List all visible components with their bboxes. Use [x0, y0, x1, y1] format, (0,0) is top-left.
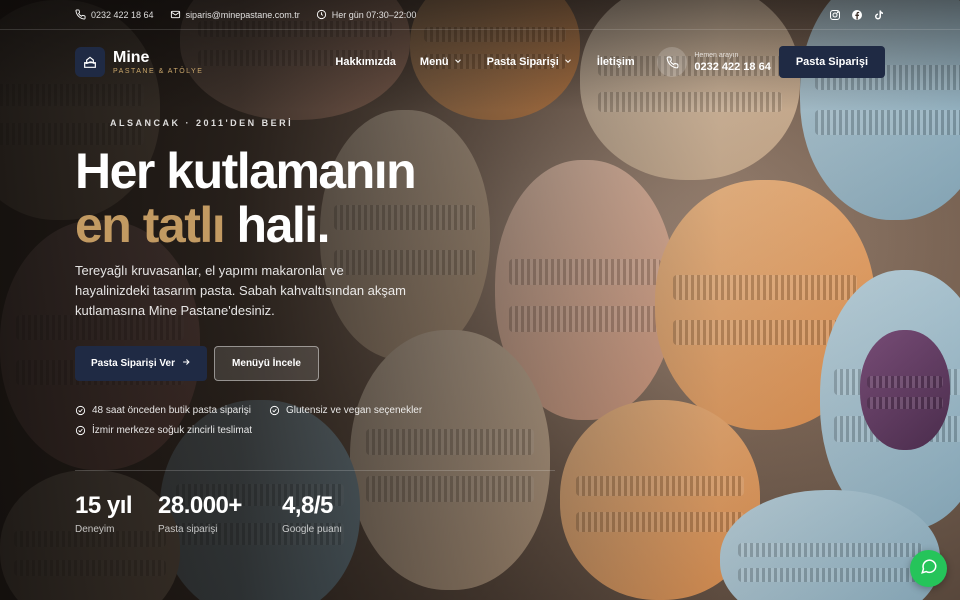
nav-item-cake-order[interactable]: Pasta Siparişi [487, 56, 573, 69]
check-circle-icon [75, 425, 86, 436]
call-now-label: Hemen arayın [694, 51, 739, 59]
feature-text: İzmir merkeze soğuk zincirli teslimat [92, 425, 253, 436]
nav-menu: Hakkımızda Menü Pasta Siparişi İletişim [335, 56, 634, 69]
phone-icon [75, 9, 86, 20]
feature-item: İzmir merkeze soğuk zincirli teslimat [75, 425, 252, 436]
brand-logo[interactable]: Mine PASTANE & ATÖLYE [75, 47, 203, 77]
brand-subtitle: PASTANE & ATÖLYE [113, 67, 204, 75]
hero-title-line1: Her kutlamanın [75, 143, 417, 199]
check-circle-icon [269, 405, 280, 416]
hero-title-highlight: en tatlı [75, 197, 226, 253]
chevron-down-icon [563, 56, 573, 69]
stat-experience: 15 yıl Deneyim [75, 492, 133, 535]
topbar-phone-text: 0232 422 18 64 [91, 9, 154, 20]
topbar-hours: Her gün 07:30–22:00 [316, 9, 417, 20]
clock-icon [316, 9, 327, 20]
instagram-icon[interactable] [829, 9, 841, 21]
topbar-email[interactable]: siparis@minepastane.com.tr [170, 9, 300, 20]
hero-title-rest: hali. [224, 197, 331, 253]
chat-bubble-icon [920, 557, 938, 580]
order-cake-button[interactable]: Pasta Siparişi Ver [75, 346, 207, 381]
mail-icon [170, 9, 181, 20]
nav-item-about[interactable]: Hakkımızda [335, 56, 396, 69]
main-navigation: Mine PASTANE & ATÖLYE Hakkımızda Menü Pa… [75, 44, 885, 80]
stat-value: 28.000+ [158, 492, 242, 519]
feature-text: Glutensiz ve vegan seçenekler [286, 405, 423, 416]
nav-item-label: Pasta Siparişi [486, 56, 559, 68]
topbar-email-text: siparis@minepastane.com.tr [185, 9, 300, 20]
facebook-icon[interactable] [851, 9, 863, 21]
hero-description: Tereyağlı kruvasanlar, el yapımı makaron… [75, 263, 406, 318]
stat-value: 4,8/5 [282, 492, 333, 519]
call-now[interactable]: Hemen arayın 0232 422 18 64 [657, 47, 771, 77]
cake-icon [75, 47, 105, 77]
stat-value: 15 yıl [75, 492, 133, 519]
topbar-hours-text: Her gün 07:30–22:00 [331, 9, 417, 20]
arrow-right-icon [181, 357, 191, 370]
nav-item-label: Hakkımızda [335, 56, 396, 68]
nav-item-contact[interactable]: İletişim [597, 56, 635, 69]
brand-name: Mine [113, 48, 150, 66]
nav-item-label: Menü [419, 56, 449, 68]
stat-label: Google puanı [282, 524, 343, 535]
tiktok-icon[interactable] [873, 9, 885, 21]
view-menu-button[interactable]: Menüyü İncele [214, 346, 319, 381]
stat-rating: 4,8/5 Google puanı [282, 492, 342, 535]
cake-order-button[interactable]: Pasta Siparişi [778, 46, 885, 78]
hero-eyebrow: ALSANCAK · 2011'DEN BERİ [110, 118, 294, 128]
feature-item: Glutensiz ve vegan seçenekler [269, 405, 422, 416]
order-cake-button-label: Pasta Siparişi Ver [91, 358, 175, 369]
nav-item-label: İletişim [596, 56, 635, 68]
check-circle-icon [75, 405, 86, 416]
stat-label: Pasta siparişi [158, 524, 218, 535]
topbar-phone[interactable]: 0232 422 18 64 [75, 9, 154, 20]
nav-item-menu[interactable]: Menü [420, 56, 463, 69]
feature-text: 48 saat önceden butik pasta siparişi [92, 405, 251, 416]
hero-title-line2: en tatlı hali. [75, 198, 415, 252]
whatsapp-chat-button[interactable] [910, 550, 947, 587]
call-now-phone: 0232 422 18 64 [694, 60, 771, 73]
phone-icon [657, 47, 688, 77]
stat-orders: 28.000+ Pasta siparişi [158, 492, 242, 535]
stat-label: Deneyim [75, 524, 115, 535]
social-links [829, 9, 885, 21]
hero-title: Her kutlamanın en tatlı hali. [75, 143, 417, 252]
top-info-bar: 0232 422 18 64 siparis@minepastane.com.t… [0, 0, 960, 30]
stats-divider [75, 470, 555, 471]
chevron-down-icon [453, 56, 463, 69]
feature-item: 48 saat önceden butik pasta siparişi [75, 405, 251, 416]
